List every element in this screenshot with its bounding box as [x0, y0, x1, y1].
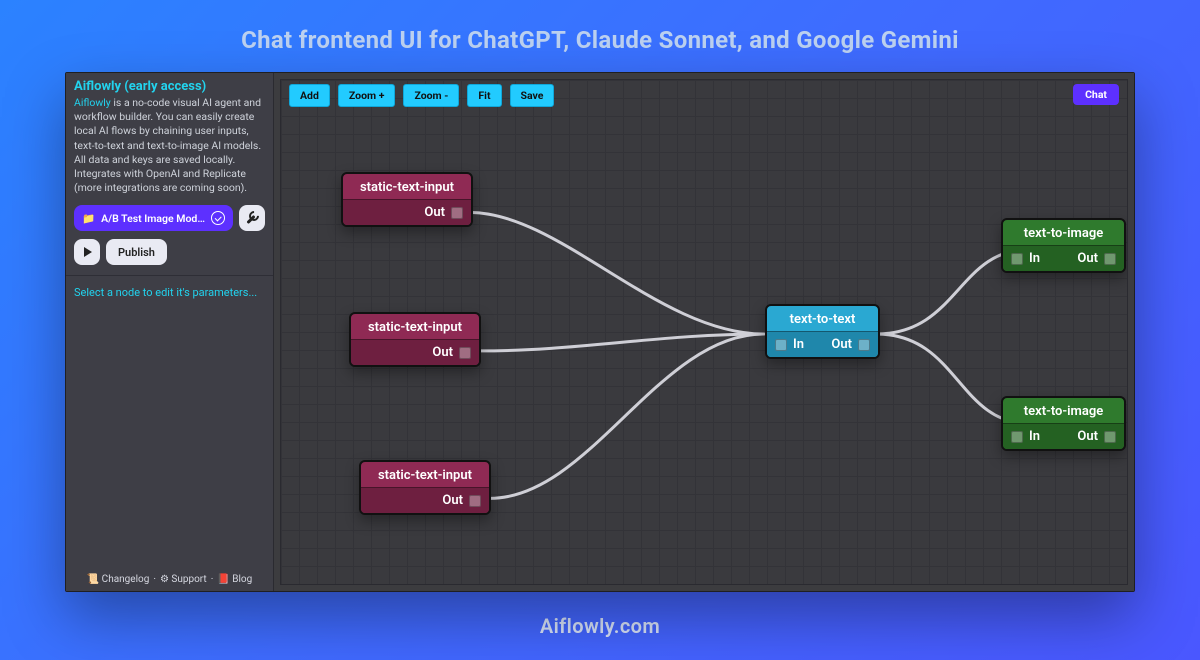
- save-button[interactable]: Save: [510, 84, 555, 107]
- port-handle-icon[interactable]: [451, 207, 463, 219]
- workflow-selector-label: A/B Test Image Model...: [101, 212, 205, 225]
- port-handle-icon[interactable]: [1011, 431, 1023, 443]
- canvas[interactable]: Add Zoom + Zoom - Fit Save Chat: [280, 79, 1128, 585]
- page-title: Chat frontend UI for ChatGPT, Claude Son…: [241, 26, 959, 54]
- settings-button[interactable]: [239, 205, 265, 231]
- zoom-in-button[interactable]: Zoom +: [338, 84, 396, 107]
- sidebar-divider: [66, 275, 273, 276]
- page-footer: Aiflowly.com: [540, 614, 660, 638]
- port-handle-icon[interactable]: [1104, 253, 1116, 265]
- node-port-out[interactable]: Out: [1064, 424, 1125, 449]
- node-port-out[interactable]: Out: [1064, 246, 1125, 271]
- folder-icon: 📁: [82, 212, 95, 225]
- port-handle-icon[interactable]: [858, 339, 870, 351]
- footer-support[interactable]: ⚙ Support: [160, 574, 207, 585]
- app-description: Aiflowly is a no-code visual AI agent an…: [74, 96, 265, 195]
- app-brand: Aiflowly (early access): [74, 79, 265, 94]
- node-title: text-to-image: [1003, 220, 1124, 245]
- wrench-icon: [245, 211, 259, 225]
- node-port-in[interactable]: In: [1003, 246, 1064, 271]
- node-port-out[interactable]: Out: [823, 332, 879, 357]
- sidebar-hint: Select a node to edit it's parameters...: [74, 284, 265, 299]
- node-port-out[interactable]: Out: [351, 340, 479, 365]
- app-description-text: is a no-code visual AI agent and workflo…: [74, 96, 261, 194]
- workflow-selector[interactable]: 📁 A/B Test Image Model...: [74, 205, 233, 231]
- node-port-out[interactable]: Out: [343, 200, 471, 225]
- node-static-text-input-2[interactable]: static-text-input Out: [349, 312, 481, 367]
- publish-button[interactable]: Publish: [106, 239, 167, 265]
- app-frame: Aiflowly (early access) Aiflowly is a no…: [65, 72, 1135, 592]
- port-handle-icon[interactable]: [469, 495, 481, 507]
- canvas-wrap: Add Zoom + Zoom - Fit Save Chat: [274, 73, 1134, 591]
- toolbar: Add Zoom + Zoom - Fit Save: [289, 84, 554, 107]
- fit-button[interactable]: Fit: [467, 84, 501, 107]
- node-title: static-text-input: [361, 462, 489, 487]
- chat-button[interactable]: Chat: [1073, 84, 1119, 105]
- run-button[interactable]: [74, 239, 100, 265]
- node-port-in[interactable]: In: [767, 332, 823, 357]
- footer-blog[interactable]: 📕 Blog: [217, 574, 252, 585]
- footer-changelog[interactable]: 📜 Changelog: [87, 574, 150, 585]
- node-title: text-to-image: [1003, 398, 1124, 423]
- node-text-to-image-2[interactable]: text-to-image In Out: [1001, 396, 1126, 451]
- play-icon: [84, 247, 92, 257]
- zoom-out-button[interactable]: Zoom -: [403, 84, 459, 107]
- port-handle-icon[interactable]: [1011, 253, 1023, 265]
- publish-label: Publish: [118, 246, 155, 259]
- node-port-in[interactable]: In: [1003, 424, 1064, 449]
- sidebar: Aiflowly (early access) Aiflowly is a no…: [66, 73, 274, 591]
- node-text-to-image-1[interactable]: text-to-image In Out: [1001, 218, 1126, 273]
- node-port-out[interactable]: Out: [361, 488, 489, 513]
- node-title: static-text-input: [343, 174, 471, 199]
- port-handle-icon[interactable]: [459, 347, 471, 359]
- check-icon: [211, 211, 225, 225]
- node-title: text-to-text: [767, 306, 878, 331]
- node-text-to-text[interactable]: text-to-text In Out: [765, 304, 880, 359]
- node-static-text-input-1[interactable]: static-text-input Out: [341, 172, 473, 227]
- port-handle-icon[interactable]: [775, 339, 787, 351]
- sidebar-footer: 📜 Changelog · ⚙ Support · 📕 Blog: [66, 574, 273, 585]
- app-brand-inline: Aiflowly: [74, 96, 111, 109]
- node-static-text-input-3[interactable]: static-text-input Out: [359, 460, 491, 515]
- port-handle-icon[interactable]: [1104, 431, 1116, 443]
- add-button[interactable]: Add: [289, 84, 330, 107]
- node-title: static-text-input: [351, 314, 479, 339]
